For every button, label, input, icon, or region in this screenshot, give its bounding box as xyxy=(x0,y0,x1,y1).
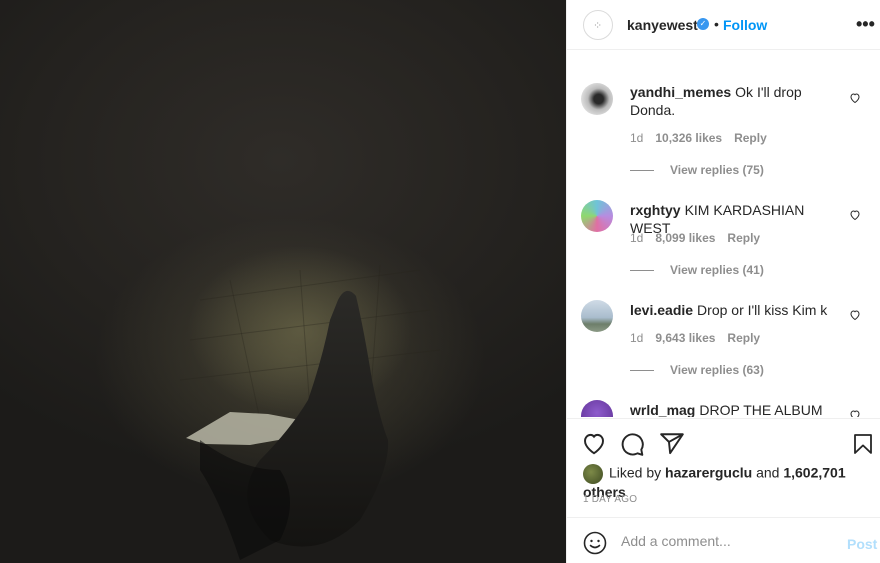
comment-meta: 1d 9,643 likes Reply xyxy=(630,331,772,345)
comment-age: 1d xyxy=(630,131,644,145)
liked-by-user[interactable]: hazarerguclu xyxy=(665,465,752,481)
comment-age: 1d xyxy=(630,331,644,345)
comment-likes[interactable]: 10,326 likes xyxy=(655,131,722,145)
comment-username[interactable]: wrld_mag xyxy=(630,402,695,417)
replies-divider xyxy=(630,370,654,372)
comment-username[interactable]: levi.eadie xyxy=(630,302,693,318)
replies-divider xyxy=(630,270,654,272)
comment-input[interactable] xyxy=(621,530,831,552)
comment-likes[interactable]: 8,099 likes xyxy=(655,231,715,245)
comment-age: 1d xyxy=(630,231,644,245)
comments-list[interactable]: yandhi_memes Ok I'll drop Donda. 1d 10,326… xyxy=(567,51,880,417)
comment-text: Drop or I'll kiss Kim k xyxy=(697,302,828,318)
photo-scene xyxy=(179,264,441,560)
header-separator: • xyxy=(714,16,719,32)
author-avatar[interactable]: ⁘ xyxy=(583,10,613,40)
view-replies-label: View replies (63) xyxy=(670,363,764,377)
liker-avatar[interactable] xyxy=(583,464,603,484)
comment-like-heart-icon[interactable] xyxy=(849,309,861,321)
comment-likes[interactable]: 9,643 likes xyxy=(655,331,715,345)
post-photo[interactable] xyxy=(0,0,566,563)
liked-by-and: and xyxy=(756,464,780,481)
author-username[interactable]: kanyewest xyxy=(627,17,698,33)
comment-text: DROP THE ALBUM xyxy=(699,402,823,417)
reply-button[interactable]: Reply xyxy=(727,331,760,345)
commenter-avatar[interactable] xyxy=(581,200,613,232)
commenter-avatar[interactable] xyxy=(581,83,613,115)
bookmark-icon[interactable] xyxy=(851,431,875,457)
comment-meta: 1d 10,326 likes Reply xyxy=(630,131,779,145)
emoji-icon[interactable] xyxy=(583,531,607,555)
commenter-avatar[interactable] xyxy=(581,300,613,332)
post-timestamp[interactable]: 1 DAY AGO xyxy=(583,494,637,505)
comment-body: levi.eadie Drop or I'll kiss Kim k xyxy=(630,301,840,319)
follow-button[interactable]: Follow xyxy=(723,17,767,33)
view-replies-label: View replies (75) xyxy=(670,163,764,177)
view-replies-label: View replies (41) xyxy=(670,263,764,277)
comment-body: wrld_mag DROP THE ALBUM xyxy=(630,401,840,417)
post-actions: Liked by hazarerguclu and 1,602,701 othe… xyxy=(567,418,880,518)
comment-body: yandhi_memes Ok I'll drop Donda. xyxy=(630,83,840,119)
share-icon[interactable] xyxy=(659,431,685,457)
avatar-loading-icon: ⁘ xyxy=(593,20,603,32)
view-replies-button[interactable]: View replies (75) xyxy=(630,163,764,177)
reply-button[interactable]: Reply xyxy=(727,231,760,245)
comment-username[interactable]: rxghtyy xyxy=(630,202,681,218)
post-sidebar: ⁘ kanyewest ✓ • Follow ••• yandhi_memes O… xyxy=(566,0,880,563)
comment-like-heart-icon[interactable] xyxy=(849,92,861,104)
comment-like-heart-icon[interactable] xyxy=(849,209,861,221)
verified-badge-icon: ✓ xyxy=(697,18,709,30)
view-replies-button[interactable]: View replies (63) xyxy=(630,363,764,377)
heart-icon[interactable] xyxy=(581,431,607,457)
comment-meta: 1d 8,099 likes Reply xyxy=(630,231,772,245)
post-comment-button[interactable]: Post xyxy=(847,536,877,552)
more-options-icon[interactable]: ••• xyxy=(856,14,875,35)
comment-username[interactable]: yandhi_memes xyxy=(630,84,731,100)
add-comment-bar: Post xyxy=(567,517,880,563)
comment-icon[interactable] xyxy=(619,431,645,457)
comment-like-heart-icon[interactable] xyxy=(849,409,861,417)
commenter-avatar[interactable] xyxy=(581,400,613,417)
view-replies-button[interactable]: View replies (41) xyxy=(630,263,764,277)
replies-divider xyxy=(630,170,654,172)
reply-button[interactable]: Reply xyxy=(734,131,767,145)
liked-by-prefix: Liked by xyxy=(609,464,662,481)
post-header: ⁘ kanyewest ✓ • Follow ••• xyxy=(567,0,880,50)
